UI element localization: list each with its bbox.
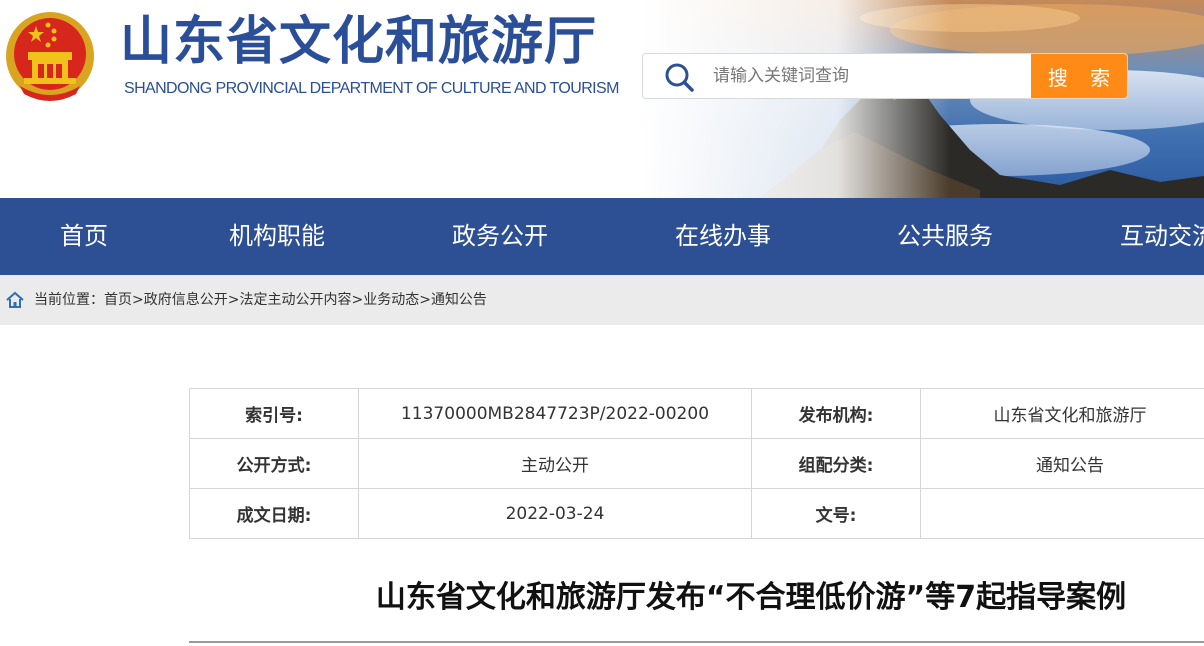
national-emblem-logo — [6, 12, 94, 101]
document-metadata-table: 索引号: 11370000MB2847723P/2022-00200 发布机构:… — [189, 388, 1204, 539]
category-value: 通知公告 — [920, 438, 1204, 489]
nav-item-interaction[interactable]: 互动交流 — [1120, 198, 1204, 275]
nav-item-organization[interactable]: 机构职能 — [229, 198, 325, 275]
header-landscape-image — [640, 0, 1204, 198]
category-label: 组配分类: — [751, 438, 921, 489]
document-number-label: 文号: — [751, 488, 921, 539]
search-icon[interactable] — [663, 61, 695, 93]
breadcrumb-notices[interactable]: 通知公告 — [431, 292, 487, 308]
document-number-value — [920, 488, 1204, 539]
disclosure-method-value: 主动公开 — [358, 438, 752, 489]
breadcrumb-business[interactable]: 业务动态 — [363, 292, 419, 308]
breadcrumb-separator: > — [227, 292, 240, 308]
breadcrumb-trail: 当前位置：首页>政府信息公开>法定主动公开内容>业务动态>通知公告 — [34, 275, 487, 325]
title-divider — [189, 641, 1204, 643]
index-number-value: 11370000MB2847723P/2022-00200 — [358, 388, 752, 439]
breadcrumb-separator: > — [419, 292, 431, 308]
nav-item-government-affairs[interactable]: 政务公开 — [452, 198, 548, 275]
search-input[interactable] — [713, 54, 1031, 98]
breadcrumb-gov-info[interactable]: 政府信息公开 — [144, 292, 228, 308]
publisher-value: 山东省文化和旅游厅 — [920, 388, 1204, 439]
site-header: 山东省文化和旅游厅 SHANDONG PROVINCIAL DEPARTMENT… — [0, 0, 1204, 198]
search-button[interactable]: 搜 索 — [1031, 54, 1127, 98]
table-row: 索引号: 11370000MB2847723P/2022-00200 发布机构:… — [189, 388, 1204, 439]
nav-item-home[interactable]: 首页 — [60, 198, 108, 275]
main-nav: 首页 机构职能 政务公开 在线办事 公共服务 互动交流 — [0, 198, 1204, 275]
date-label: 成文日期: — [189, 488, 359, 539]
article-title: 山东省文化和旅游厅发布“不合理低价游”等7起指导案例 — [375, 580, 1127, 615]
breadcrumb-separator: > — [132, 292, 144, 308]
table-row: 公开方式: 主动公开 组配分类: 通知公告 — [189, 438, 1204, 489]
date-value: 2022-03-24 — [358, 488, 752, 539]
disclosure-method-label: 公开方式: — [189, 438, 359, 489]
breadcrumb-separator: > — [351, 292, 364, 308]
index-number-label: 索引号: — [189, 388, 359, 439]
table-row: 成文日期: 2022-03-24 文号: — [189, 488, 1204, 539]
site-subtitle: SHANDONG PROVINCIAL DEPARTMENT OF CULTUR… — [124, 80, 619, 97]
breadcrumb-statutory[interactable]: 法定主动公开内容 — [239, 292, 351, 308]
home-icon — [6, 291, 24, 308]
nav-item-public-services[interactable]: 公共服务 — [897, 198, 993, 275]
breadcrumb-prefix: 当前位置： — [34, 292, 104, 308]
search-bar: 搜 索 — [642, 53, 1128, 99]
breadcrumb: 当前位置：首页>政府信息公开>法定主动公开内容>业务动态>通知公告 — [0, 275, 1204, 325]
publisher-label: 发布机构: — [751, 388, 921, 439]
breadcrumb-home[interactable]: 首页 — [104, 292, 132, 308]
nav-item-online-services[interactable]: 在线办事 — [675, 198, 771, 275]
site-title: 山东省文化和旅游厅 — [120, 12, 598, 72]
